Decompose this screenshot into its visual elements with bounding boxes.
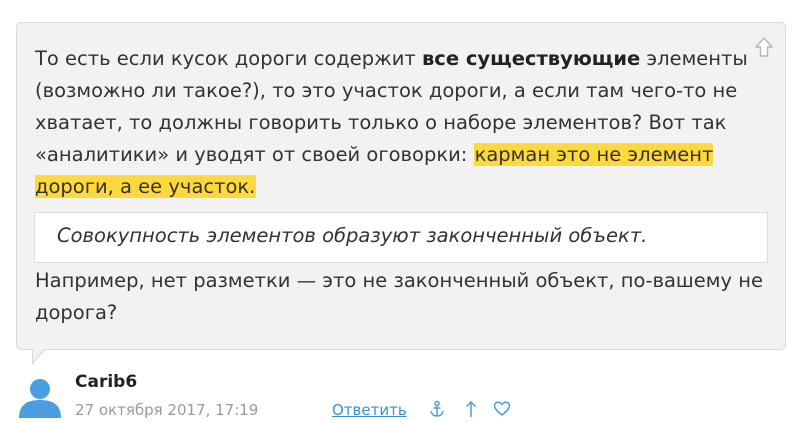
comment-text: То есть если кусок дороги содержит — [35, 47, 422, 70]
comment-paragraph: Например, нет разметки — это не закончен… — [35, 269, 763, 324]
author-name[interactable]: Carib6 — [75, 372, 137, 392]
arrow-up-icon[interactable] — [462, 400, 480, 418]
user-avatar-icon[interactable] — [16, 372, 64, 420]
heart-icon[interactable] — [493, 400, 511, 418]
reply-link[interactable]: Ответить — [332, 401, 407, 419]
anchor-icon[interactable] — [428, 400, 446, 418]
comment-bold-text: все существующие — [421, 47, 641, 70]
blockquote: Совокупность элементов образуют закончен… — [34, 212, 768, 263]
bubble-tail-inner — [33, 348, 45, 362]
comment-date: 27 октября 2017, 17:19 — [75, 401, 259, 419]
comment-paragraph: То есть если кусок дороги содержит все с… — [35, 43, 775, 203]
